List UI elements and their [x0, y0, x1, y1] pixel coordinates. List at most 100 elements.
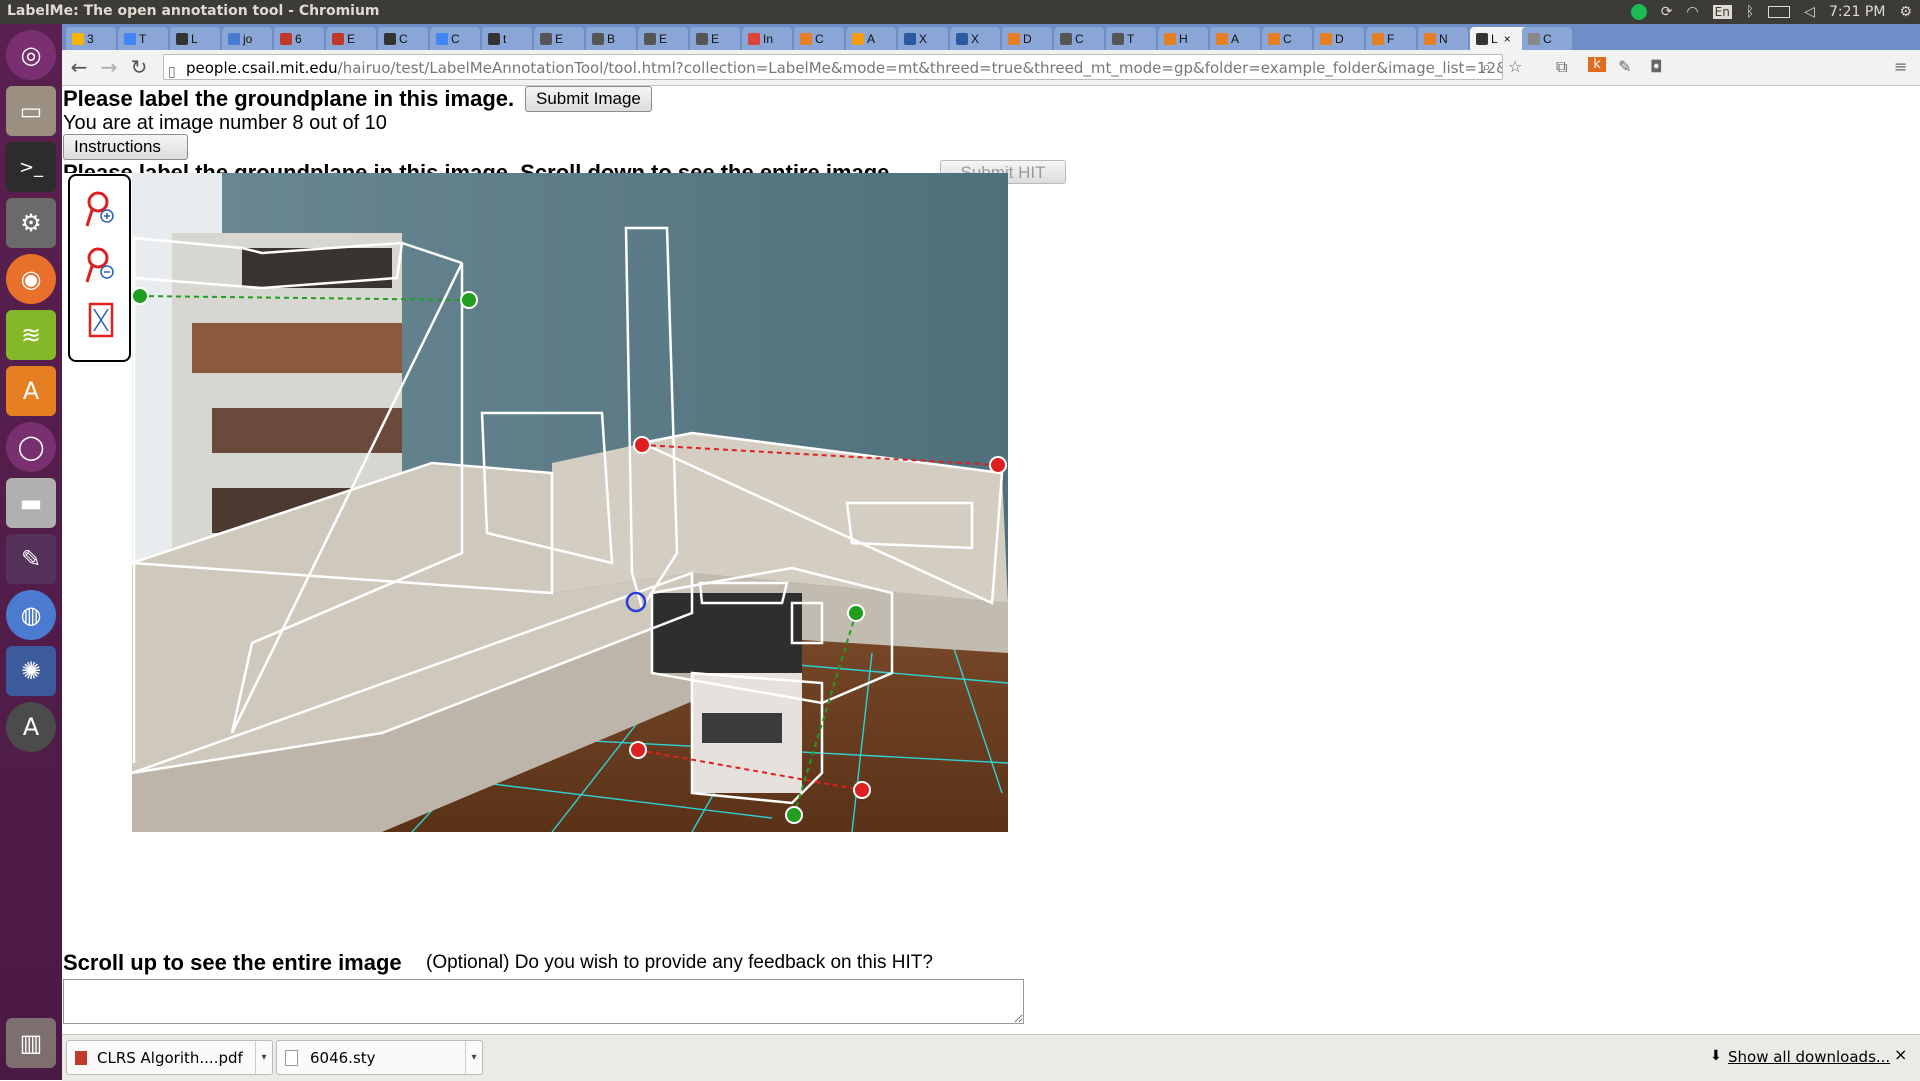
- tab-22[interactable]: A: [1210, 27, 1260, 50]
- extension-sign-icon[interactable]: ✎: [1618, 57, 1631, 76]
- address-bar[interactable]: ▯ people.csail.mit.edu/hairuo/test/Label…: [163, 54, 1503, 80]
- system-settings-icon[interactable]: ⚙: [6, 198, 56, 248]
- wifi-icon[interactable]: ◠: [1686, 4, 1698, 20]
- paint-app-icon[interactable]: ✎: [6, 534, 56, 584]
- volume-icon[interactable]: ◁: [1804, 4, 1815, 20]
- tab-6[interactable]: C: [378, 27, 428, 50]
- tab-8[interactable]: t: [482, 27, 532, 50]
- terminal-icon[interactable]: >_: [6, 142, 56, 192]
- tab-16[interactable]: X: [898, 27, 948, 50]
- tab-13[interactable]: In: [742, 27, 792, 50]
- tab-favicon: [1216, 32, 1228, 45]
- tab-label: D: [1023, 31, 1032, 46]
- reload-icon[interactable]: ↻: [128, 56, 150, 78]
- tab-label: C: [399, 31, 408, 46]
- session-gear-icon[interactable]: ⚙: [1899, 4, 1912, 20]
- battery-icon[interactable]: [1768, 6, 1791, 18]
- show-all-downloads-link[interactable]: Show all downloads...: [1728, 1048, 1890, 1066]
- pocket-icon[interactable]: ◘: [1650, 57, 1663, 76]
- instructions-button[interactable]: Instructions: [63, 134, 188, 160]
- close-download-bar-icon[interactable]: ×: [1894, 1045, 1907, 1064]
- forward-icon[interactable]: →: [98, 56, 120, 78]
- feedback-textarea[interactable]: [63, 979, 1024, 1024]
- tab-label: L: [191, 31, 198, 46]
- tab-favicon: [1008, 32, 1020, 45]
- extension-puzzle-icon[interactable]: ⧉: [1556, 57, 1567, 77]
- fit-to-screen-icon[interactable]: [84, 300, 118, 340]
- updater-icon[interactable]: A: [6, 702, 56, 752]
- circle-app-icon[interactable]: ◯: [6, 422, 56, 472]
- tab-23[interactable]: C: [1262, 27, 1312, 50]
- files-icon[interactable]: ▭: [6, 86, 56, 136]
- tab-favicon: [384, 32, 396, 45]
- download-arrow-icon: ⬇: [1710, 1047, 1722, 1063]
- tab-2[interactable]: L: [170, 27, 220, 50]
- tab-0[interactable]: 3: [66, 27, 116, 50]
- tab-19[interactable]: C: [1054, 27, 1104, 50]
- tab-14[interactable]: C: [794, 27, 844, 50]
- tab-label: H: [1179, 31, 1188, 46]
- window-title: LabelMe: The open annotation tool - Chro…: [7, 3, 380, 19]
- keyboard-layout[interactable]: En: [1712, 5, 1732, 19]
- submit-image-button[interactable]: Submit Image: [525, 86, 652, 112]
- drive-icon[interactable]: ▬: [6, 478, 56, 528]
- tab-9[interactable]: E: [534, 27, 584, 50]
- zoom-toolbox: [68, 174, 131, 362]
- system-top-bar: LabelMe: The open annotation tool - Chro…: [0, 0, 1920, 24]
- download-item-pdf[interactable]: CLRS Algorith....pdf ▾: [66, 1040, 273, 1075]
- tab-close-icon[interactable]: ×: [1504, 32, 1511, 46]
- tab-4[interactable]: 6: [274, 27, 324, 50]
- software-center-icon[interactable]: A: [6, 366, 56, 416]
- progress-text: You are at image number 8 out of 10: [63, 112, 387, 134]
- tab-1[interactable]: T: [118, 27, 168, 50]
- extension-k-icon[interactable]: k: [1588, 57, 1606, 72]
- tab-favicon: [800, 32, 812, 45]
- tab-17[interactable]: X: [950, 27, 1000, 50]
- tab-3[interactable]: jo: [222, 27, 272, 50]
- zoom-in-icon[interactable]: [84, 190, 118, 230]
- back-icon[interactable]: ←: [68, 56, 90, 78]
- bluetooth-icon[interactable]: ᛒ: [1746, 4, 1754, 20]
- tab-label: E: [555, 31, 564, 46]
- tab-27[interactable]: L ×: [1470, 27, 1528, 50]
- tab-25[interactable]: F: [1366, 27, 1416, 50]
- tab-7[interactable]: C: [430, 27, 480, 50]
- tab-favicon: [176, 32, 188, 45]
- zoom-icon[interactable]: ⌕: [1482, 57, 1491, 77]
- tab-favicon: [1060, 32, 1072, 45]
- spiral-app-icon[interactable]: ✺: [6, 646, 56, 696]
- menu-icon[interactable]: ≡: [1894, 57, 1907, 76]
- tab-18[interactable]: D: [1002, 27, 1052, 50]
- tab-12[interactable]: E: [690, 27, 740, 50]
- tab-favicon: [904, 32, 916, 45]
- firefox-icon[interactable]: ◉: [6, 254, 56, 304]
- tab-24[interactable]: D: [1314, 27, 1364, 50]
- tab-21[interactable]: H: [1158, 27, 1208, 50]
- tab-favicon: [1268, 32, 1280, 45]
- tab-20[interactable]: T: [1106, 27, 1156, 50]
- clock[interactable]: 7:21 PM: [1829, 4, 1885, 20]
- tab-10[interactable]: B: [586, 27, 636, 50]
- spotify-tray-icon[interactable]: [1630, 4, 1647, 20]
- scroll-up-text: Scroll up to see the entire image: [63, 950, 402, 975]
- chromium-icon[interactable]: ◍: [6, 590, 56, 640]
- zoom-out-icon[interactable]: [84, 246, 118, 286]
- sync-icon[interactable]: ⟳: [1661, 4, 1673, 20]
- tab-favicon: [124, 32, 136, 45]
- tab-label: 6: [295, 31, 302, 46]
- tab-11[interactable]: E: [638, 27, 688, 50]
- spotify-icon[interactable]: ≋: [6, 310, 56, 360]
- annotation-canvas[interactable]: [132, 173, 1008, 832]
- dash-home-icon[interactable]: ◎: [6, 30, 56, 80]
- download-item-sty[interactable]: 6046.sty ▾: [276, 1040, 483, 1075]
- tab-26[interactable]: N: [1418, 27, 1468, 50]
- tab-5[interactable]: E: [326, 27, 376, 50]
- tab-label: C: [1075, 31, 1084, 46]
- tab-28[interactable]: C: [1522, 27, 1572, 50]
- bookmark-star-icon[interactable]: ☆: [1508, 57, 1522, 76]
- download-menu-icon[interactable]: ▾: [465, 1041, 482, 1074]
- tab-label: A: [867, 31, 876, 46]
- trash-icon[interactable]: ▥: [6, 1018, 56, 1068]
- tab-15[interactable]: A: [846, 27, 896, 50]
- download-menu-icon[interactable]: ▾: [255, 1041, 272, 1074]
